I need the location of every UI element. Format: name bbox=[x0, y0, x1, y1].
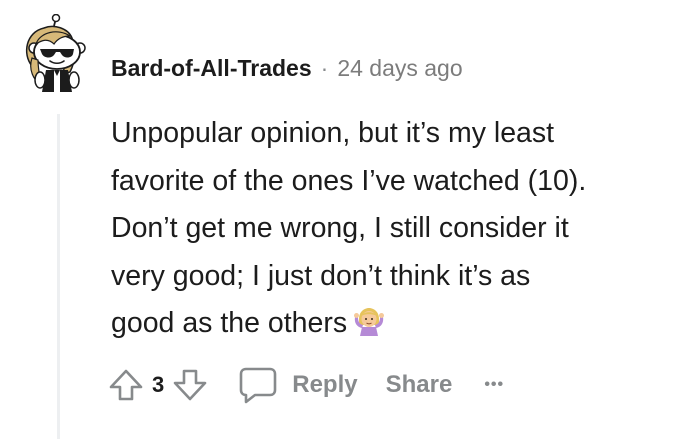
user-avatar[interactable] bbox=[18, 14, 100, 96]
comment-line-last: good as the others bbox=[111, 300, 681, 348]
reply-label: Reply bbox=[292, 371, 358, 398]
comment-body: Unpopular opinion, but it’s my least fav… bbox=[111, 110, 681, 348]
comment-line: favorite of the ones I’ve watched (10). bbox=[111, 164, 587, 197]
downvote-arrow-icon bbox=[173, 369, 207, 401]
woman-shrugging-emoji bbox=[354, 308, 385, 337]
comment-line: very good; I just don’t think it’s as bbox=[111, 259, 531, 292]
author-username[interactable]: Bard-of-All-Trades bbox=[111, 55, 312, 82]
thread-collapse-line[interactable] bbox=[57, 114, 60, 439]
speech-bubble-icon bbox=[239, 367, 277, 404]
comment-line-text: good as the others bbox=[111, 307, 348, 340]
ellipsis-icon: ••• bbox=[484, 376, 505, 393]
vote-score: 3 bbox=[152, 372, 165, 397]
comment-timestamp[interactable]: 24 days ago bbox=[337, 55, 462, 82]
comment-card: Bard-of-All-Trades · 24 days ago Unpopul… bbox=[0, 0, 700, 439]
share-button[interactable]: Share bbox=[386, 363, 453, 407]
upvote-arrow-icon bbox=[109, 369, 143, 401]
share-label: Share bbox=[385, 371, 453, 398]
comment-line: Don’t get me wrong, I still consider it bbox=[111, 212, 569, 245]
more-options-button[interactable]: ••• bbox=[484, 363, 504, 407]
comment-action-bar: 3 Reply Share ••• bbox=[106, 363, 504, 407]
downvote-button[interactable] bbox=[170, 365, 210, 405]
header-separator: · bbox=[320, 54, 329, 81]
reply-button[interactable]: Reply bbox=[238, 363, 358, 407]
comment-header: Bard-of-All-Trades · 24 days ago bbox=[111, 52, 463, 84]
comment-line: Unpopular opinion, but it’s my least bbox=[111, 117, 555, 149]
upvote-button[interactable] bbox=[106, 365, 146, 405]
